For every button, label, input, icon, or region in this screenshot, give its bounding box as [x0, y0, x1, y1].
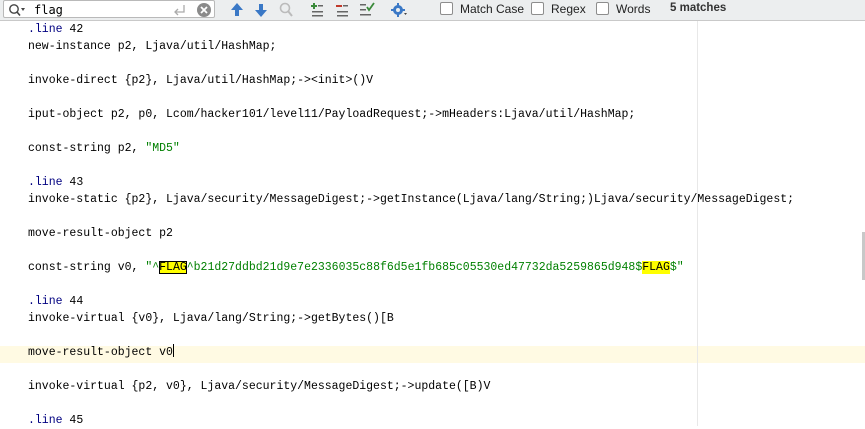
code-line: invoke-static {p2}, Ljava/security/Messa… — [28, 193, 795, 206]
text-caret — [172, 344, 174, 357]
code-line: .line 42 — [28, 23, 84, 36]
code-line: .line 43 — [28, 176, 84, 189]
match-count: 5 matches — [670, 2, 727, 14]
code-line: invoke-virtual {p2, v0}, Ljava/security/… — [28, 380, 491, 393]
gear-icon[interactable] — [390, 1, 408, 19]
words-label[interactable]: Words — [616, 2, 650, 16]
code-line: const-string v0, "^FLAG^b21d27ddbd21d9e7… — [28, 261, 684, 274]
code-line: move-result-object v0 — [28, 344, 174, 359]
code-line: iput-object p2, p0, Lcom/hacker101/level… — [28, 108, 636, 121]
search-match-current: FLAG — [159, 261, 187, 274]
arrow-up-icon[interactable] — [228, 1, 246, 19]
remove-selection-icon[interactable] — [334, 1, 352, 19]
add-selection-icon[interactable] — [309, 1, 327, 19]
code-content[interactable]: .line 42 new-instance p2, Ljava/util/Hash… — [28, 21, 794, 429]
code-line: .line 45 — [28, 414, 84, 427]
match-case-checkbox[interactable] — [440, 2, 453, 15]
arrow-down-icon[interactable] — [252, 1, 270, 19]
find-toolbar: Match Case Regex Words 5 matches — [0, 0, 865, 21]
search-match: FLAG — [642, 261, 670, 274]
code-line: const-string p2, "MD5" — [28, 142, 180, 155]
enter-icon[interactable] — [172, 3, 188, 17]
match-case-label[interactable]: Match Case — [460, 2, 524, 16]
words-checkbox[interactable] — [596, 2, 609, 15]
search-input[interactable] — [34, 2, 164, 17]
search-box[interactable] — [3, 0, 215, 18]
clear-icon[interactable] — [196, 2, 212, 18]
code-line: invoke-direct {p2}, Ljava/util/HashMap;-… — [28, 74, 374, 87]
code-line: new-instance p2, Ljava/util/HashMap; — [28, 40, 277, 53]
regex-checkbox[interactable] — [531, 2, 544, 15]
search-icon[interactable] — [8, 3, 26, 17]
select-all-occurrences-icon[interactable] — [358, 1, 376, 19]
code-line: move-result-object p2 — [28, 227, 173, 240]
code-editor[interactable]: .line 42 new-instance p2, Ljava/util/Hash… — [0, 21, 865, 429]
find-all-icon[interactable] — [277, 1, 295, 19]
code-line: .line 44 — [28, 295, 84, 308]
regex-label[interactable]: Regex — [551, 2, 586, 16]
right-margin-guide — [697, 21, 698, 426]
code-line: invoke-virtual {v0}, Ljava/lang/String;-… — [28, 312, 394, 325]
